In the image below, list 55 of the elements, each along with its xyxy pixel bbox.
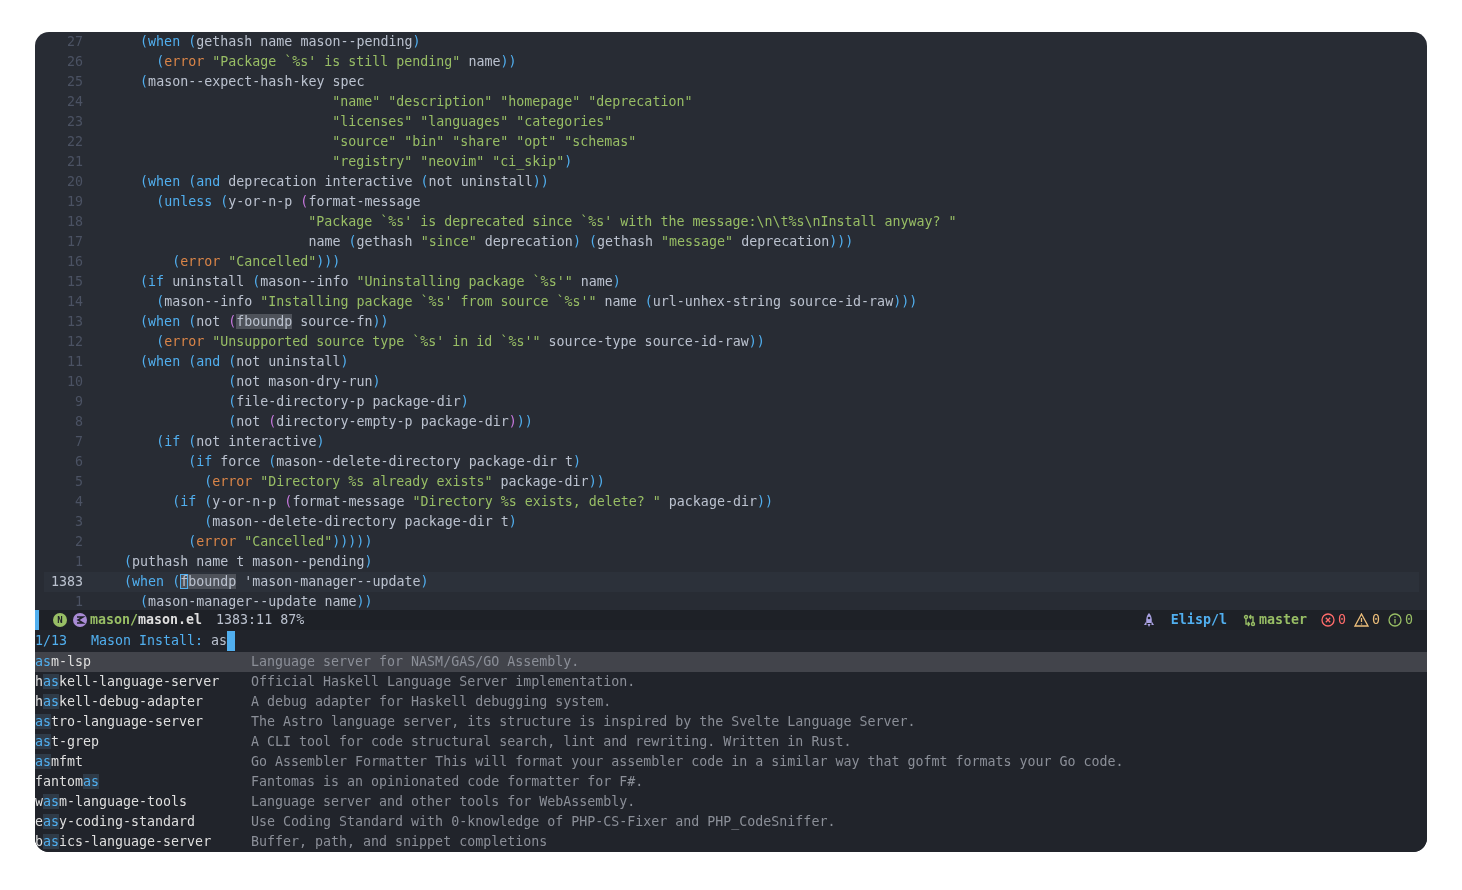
- warning-count: 0: [1371, 611, 1380, 630]
- code-line: "Package `%s' is deprecated since `%s' with the message:\n\t%s\nInstall anyway? ": [307, 213, 957, 231]
- error-icon: [1320, 613, 1335, 628]
- code-line: "licenses" "languages" "categories": [331, 113, 613, 131]
- code-line: (error "Cancelled"))): [171, 253, 341, 271]
- code-line: (not mason-dry-run): [227, 373, 381, 391]
- completion-item[interactable]: fantomas Fantomas is an opinionated code formatter for F#.: [35, 772, 1427, 792]
- code-line: (puthash name t mason--pending): [123, 553, 373, 571]
- code-line: (when (not (fboundp source-fn)): [139, 313, 389, 331]
- completion-item[interactable]: haskell-debug-adapter A debug adapter for Haskell debugging system.: [35, 692, 1427, 712]
- code-line: (if force (mason--delete-directory package-dir t): [187, 453, 581, 471]
- code-line: "registry" "neovim" "ci_skip"): [331, 153, 573, 172]
- code-line: (error "Package `%s' is still pending" name)): [155, 53, 517, 71]
- state-indicator: N: [53, 613, 67, 628]
- code-line: (when (gethash name mason--pending): [139, 33, 421, 51]
- completion-item[interactable]: wasm-language-tools Language server and other tools for WebAssembly.: [35, 792, 1427, 812]
- completion-item[interactable]: astro-language-server The Astro language server, its structure is inspired by the Svelte Language Server.: [35, 712, 1427, 732]
- candidate-count: 1/13: [35, 632, 68, 651]
- completion-item[interactable]: haskell-language-server Official Haskell Language Server implementation.: [35, 672, 1427, 692]
- completion-item[interactable]: easy-coding-standard Use Coding Standard with 0-knowledge of PHP-CS-Fixer and PHP_CodeSniffer.: [35, 812, 1427, 832]
- code-line: (when (and deprecation interactive (not uninstall)): [139, 173, 549, 191]
- info-icon: [1388, 613, 1402, 628]
- completion-item[interactable]: ast-grep A CLI tool for code structural search, lint and rewriting. Written in Rust.: [35, 732, 1427, 752]
- info-count: 0: [1405, 611, 1413, 630]
- code-line: (if (not interactive): [155, 433, 325, 451]
- code-line: (not (directory-empty-p package-dir))): [227, 413, 533, 431]
- code-line: (mason--expect-hash-key spec: [139, 73, 365, 91]
- code-line: "source" "bin" "share" "opt" "schemas": [331, 133, 637, 151]
- branch-name: master: [1258, 611, 1307, 630]
- code-line: (when (and (not uninstall): [139, 353, 349, 371]
- line-number: 1383: [49, 573, 84, 591]
- buffer-name: mason/mason.el: [90, 611, 203, 630]
- code-line: (mason--delete-directory package-dir t): [203, 513, 517, 531]
- code-line: (unless (y-or-n-p (format-message: [155, 193, 421, 211]
- code-line: "name" "description" "homepage" "deprecation": [331, 93, 693, 111]
- code-line: (file-directory-p package-dir): [227, 393, 469, 411]
- completion-item[interactable]: asm-lsp Language server for NASM/GAS/GO Assembly.: [35, 652, 1427, 672]
- code-line: (error "Directory %s already exists" package-dir)): [203, 473, 605, 491]
- code-line: (error "Unsupported source type `%s' in id `%s'" source-type source-id-raw)): [155, 333, 765, 351]
- error-count: 0: [1337, 611, 1346, 630]
- git-compare-icon: [1242, 613, 1256, 627]
- code-line: (if uninstall (mason--info "Uninstalling package `%s'" name): [139, 273, 621, 291]
- input-field[interactable]: as: [211, 631, 236, 652]
- code-line: (if (y-or-n-p (format-message "Directory %s exists, delete? " package-dir)): [171, 493, 773, 511]
- emacs-icon: [73, 613, 87, 628]
- completion-item[interactable]: asmfmt Go Assembler Formatter This will format your assembler code in a similar way that gofmt formats your Go code.: [35, 752, 1427, 772]
- code-line: (mason--info "Installing package `%s' from source `%s'" name (url-unhex-string source-id-raw))): [155, 293, 918, 311]
- code-line: (error "Cancelled"))))): [187, 533, 373, 551]
- cursor-position: 1383:11 87%: [216, 611, 305, 630]
- prompt-label: Mason Install:: [91, 632, 204, 651]
- major-mode: Elisp/l: [1170, 611, 1227, 630]
- code-line: (mason-manager--update name)): [139, 593, 373, 611]
- warning-icon: [1353, 613, 1369, 628]
- completion-item[interactable]: basics-language-server Buffer, path, and snippet completions: [35, 832, 1427, 852]
- code-line: name (gethash "since" deprecation) (gethash "message" deprecation))): [307, 233, 854, 251]
